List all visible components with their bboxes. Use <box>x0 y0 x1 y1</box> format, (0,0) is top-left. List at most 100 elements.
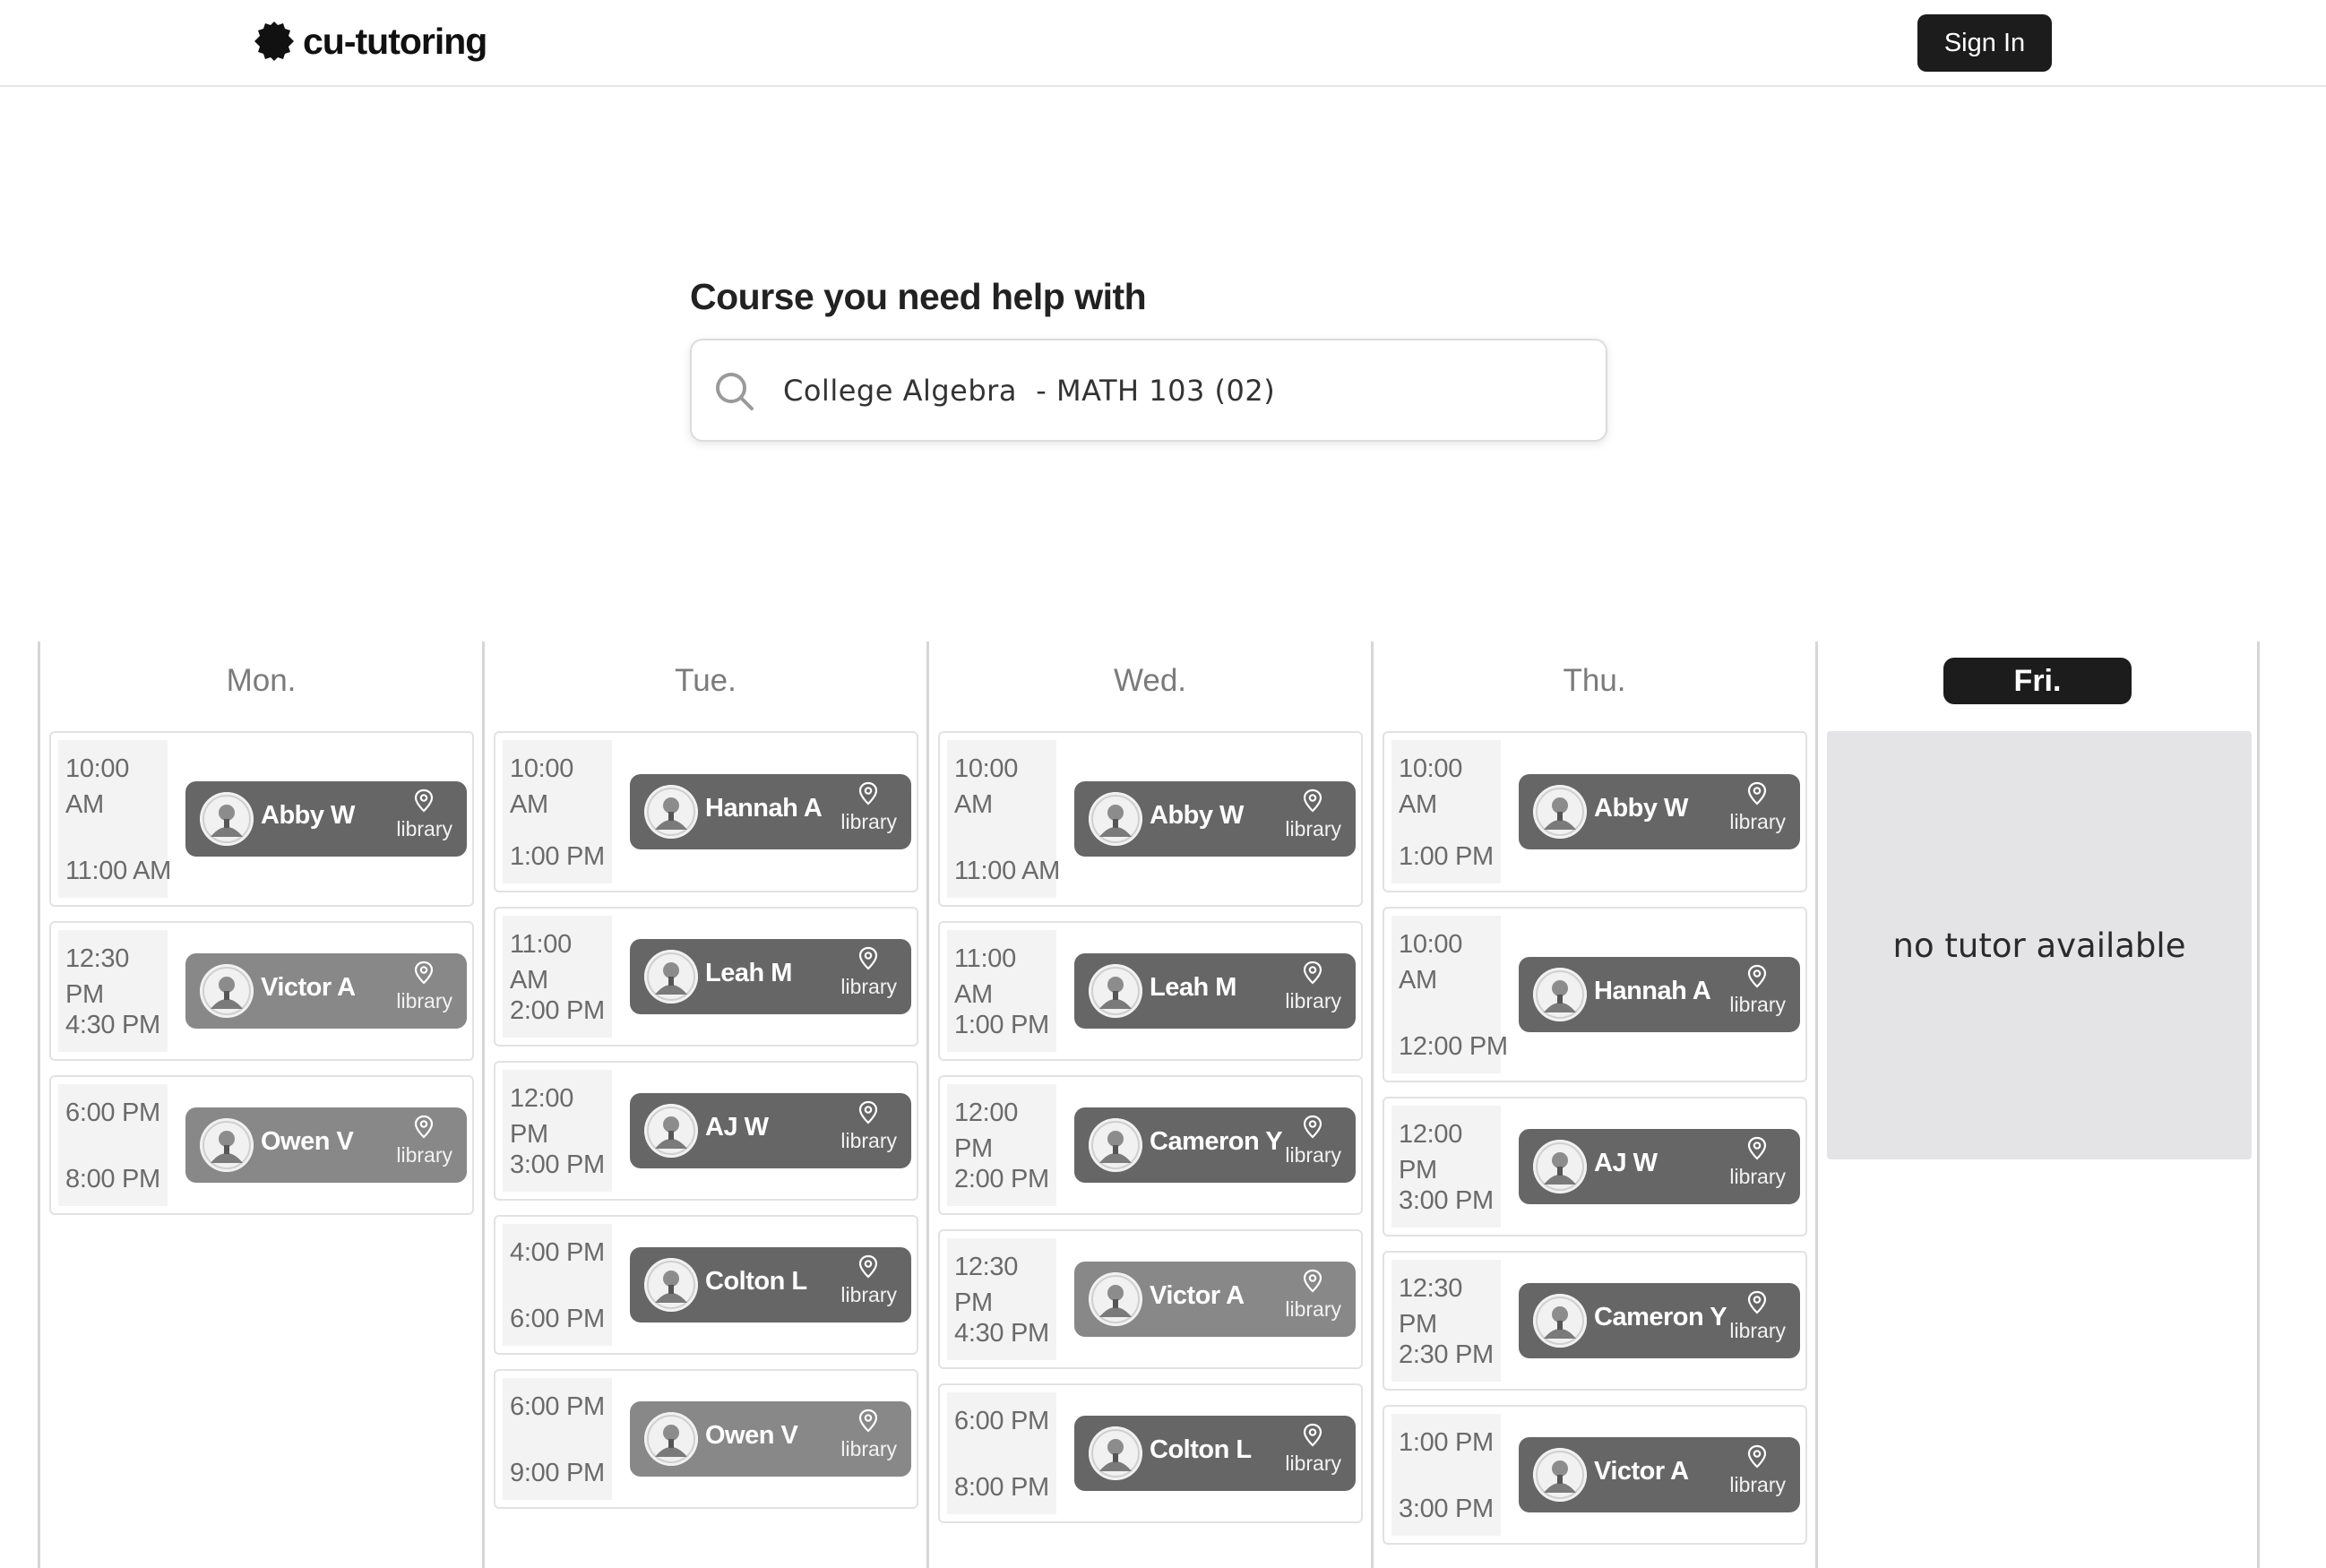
time-slot[interactable]: 10:00 AM 1:00 PM Abby W library <box>1383 731 1807 892</box>
slot-start-time: 10:00 AM <box>510 754 574 819</box>
time-slot[interactable]: 10:00 AM 11:00 AM Abby W library <box>938 731 1363 907</box>
tutor-location: library <box>840 1129 897 1152</box>
time-slot[interactable]: 11:00 AM 1:00 PM Leah M library <box>938 921 1363 1061</box>
slot-end-time: 11:00 AM <box>954 857 1060 885</box>
tutor-chip[interactable]: AJ W library <box>630 1093 911 1168</box>
tutor-location: library <box>1285 817 1341 840</box>
slot-start-time: 12:30 PM <box>954 1253 1019 1317</box>
slot-start-time: 12:00 PM <box>954 1098 1019 1163</box>
tutor-chip[interactable]: Victor A library <box>185 953 467 1029</box>
slot-start-time: 1:00 PM <box>1399 1428 1494 1457</box>
time-slot[interactable]: 1:00 PM 3:00 PM Victor A library <box>1383 1405 1807 1545</box>
no-tutor-text: no tutor available <box>1892 926 2186 965</box>
tutor-location: library <box>1729 1473 1786 1496</box>
slot-end-time: 3:00 PM <box>1399 1495 1494 1523</box>
tutor-chip[interactable]: Victor A library <box>1519 1437 1800 1512</box>
time-slot[interactable]: 12:30 PM 4:30 PM Victor A library <box>49 921 474 1061</box>
slot-start-time: 12:30 PM <box>65 944 130 1009</box>
time-slot[interactable]: 12:30 PM 4:30 PM Victor A library <box>938 1229 1363 1369</box>
location-pin-icon <box>857 1409 879 1434</box>
time-slot[interactable]: 10:00 AM 11:00 AM Abby W library <box>49 731 474 907</box>
tutor-name: Abby W <box>261 801 355 830</box>
location-pin-icon <box>413 788 435 814</box>
tutor-location: library <box>840 810 897 833</box>
slot-times: 11:00 AM 1:00 PM <box>947 930 1056 1052</box>
day-header[interactable]: Mon. <box>40 663 482 699</box>
tutor-chip[interactable]: Owen V library <box>185 1107 467 1183</box>
day-header[interactable]: Tue. <box>485 663 926 699</box>
time-slot[interactable]: 10:00 AM 12:00 PM Hannah A library <box>1383 907 1807 1082</box>
slot-end-time: 8:00 PM <box>65 1165 160 1193</box>
slot-end-time: 3:00 PM <box>510 1150 605 1179</box>
course-search-input[interactable] <box>783 364 1572 418</box>
tutor-name: Owen V <box>261 1127 354 1156</box>
tutor-chip[interactable]: Abby W library <box>1519 774 1800 849</box>
time-slot[interactable]: 10:00 AM 1:00 PM Hannah A library <box>494 731 918 892</box>
avatar <box>644 1412 698 1466</box>
slot-times: 10:00 AM 12:00 PM <box>1391 916 1508 1073</box>
slot-times: 10:00 AM 1:00 PM <box>1391 740 1501 883</box>
slot-start-time: 10:00 AM <box>1399 754 1463 819</box>
slot-start-time: 10:00 AM <box>65 754 130 819</box>
time-slot[interactable]: 12:00 PM 3:00 PM AJ W library <box>1383 1097 1807 1236</box>
time-slot[interactable]: 6:00 PM 8:00 PM Owen V library <box>49 1075 474 1215</box>
slot-start-time: 6:00 PM <box>65 1098 160 1127</box>
tutor-chip[interactable]: Abby W library <box>185 781 467 857</box>
day-column-wed: Wed. 10:00 AM 11:00 AM Abby Wlibrary 11:00 A… <box>926 642 1371 1568</box>
tutor-chip[interactable]: Colton L library <box>1074 1416 1356 1491</box>
slot-times: 12:00 PM 3:00 PM <box>1391 1106 1501 1228</box>
slot-start-time: 10:00 AM <box>954 754 1019 819</box>
avatar <box>200 1118 254 1172</box>
sign-in-button[interactable]: Sign In <box>1917 14 2052 72</box>
tutor-chip[interactable]: Hannah A library <box>630 774 911 849</box>
time-slot[interactable]: 6:00 PM 9:00 PM Owen V library <box>494 1369 918 1509</box>
slot-start-time: 6:00 PM <box>954 1407 1049 1435</box>
day-header[interactable]: Wed. <box>929 663 1371 699</box>
tutor-chip[interactable]: Victor A library <box>1074 1262 1356 1337</box>
tutor-chip[interactable]: Leah M library <box>1074 953 1356 1029</box>
tutor-chip[interactable]: Leah M library <box>630 939 911 1014</box>
slot-end-time: 3:00 PM <box>1399 1186 1494 1215</box>
tutor-chip[interactable]: Cameron Ylibrary <box>1074 1107 1356 1183</box>
slot-times: 12:30 PM 4:30 PM <box>58 930 168 1052</box>
slot-times: 10:00 AM 11:00 AM <box>947 740 1060 898</box>
tutor-name: Colton L <box>705 1267 807 1296</box>
time-slot[interactable]: 11:00 AM 2:00 PM Leah M library <box>494 907 918 1047</box>
tutor-name: Leah M <box>1150 973 1236 1002</box>
slot-start-time: 4:00 PM <box>510 1238 605 1267</box>
course-search-box[interactable] <box>690 339 1607 442</box>
day-header[interactable]: Fri. <box>1943 658 2132 704</box>
time-slot[interactable]: 12:00 PM 3:00 PM AJ W library <box>494 1061 918 1201</box>
location-pin-icon <box>857 1254 879 1279</box>
brand-logo-link[interactable]: cu-tutoring <box>253 20 487 63</box>
tutor-location: library <box>1729 810 1786 833</box>
time-slot[interactable]: 4:00 PM 6:00 PM Colton L library <box>494 1215 918 1355</box>
tutor-chip[interactable]: Cameron Ylibrary <box>1519 1283 1800 1358</box>
day-header[interactable]: Thu. <box>1374 663 1815 699</box>
course-search-label: Course you need help with <box>690 276 1147 317</box>
time-slot[interactable]: 12:00 PM 2:00 PM Cameron Ylibrary <box>938 1075 1363 1215</box>
time-slot[interactable]: 12:30 PM 2:30 PM Cameron Ylibrary <box>1383 1251 1807 1391</box>
slot-end-time: 8:00 PM <box>954 1473 1049 1502</box>
time-slot[interactable]: 6:00 PM 8:00 PM Colton L library <box>938 1383 1363 1523</box>
tutor-chip[interactable]: Abby W library <box>1074 781 1356 857</box>
tutor-chip[interactable]: Owen V library <box>630 1401 911 1477</box>
slot-end-time: 2:30 PM <box>1399 1340 1494 1369</box>
slot-times: 6:00 PM 9:00 PM <box>503 1378 612 1500</box>
tutor-name: Victor A <box>1594 1457 1689 1486</box>
tutor-location: library <box>1285 1143 1341 1167</box>
slot-start-time: 6:00 PM <box>510 1392 605 1421</box>
day-column-thu: Thu. 10:00 AM 1:00 PM Abby Wlibrary 10:00 AM… <box>1371 642 1815 1568</box>
tutor-name: Victor A <box>1150 1281 1245 1310</box>
slot-times: 6:00 PM 8:00 PM <box>58 1084 168 1206</box>
tutor-chip[interactable]: Hannah A library <box>1519 957 1800 1032</box>
tutor-name: Cameron Y <box>1594 1303 1727 1331</box>
tutor-location: library <box>1285 1452 1341 1475</box>
location-pin-icon <box>1302 1115 1323 1140</box>
tutor-chip[interactable]: Colton L library <box>630 1247 911 1322</box>
location-pin-icon <box>1746 1290 1768 1315</box>
tutor-chip[interactable]: AJ W library <box>1519 1129 1800 1204</box>
location-pin-icon <box>857 946 879 971</box>
location-pin-icon <box>857 781 879 806</box>
tutor-name: Abby W <box>1594 794 1688 823</box>
